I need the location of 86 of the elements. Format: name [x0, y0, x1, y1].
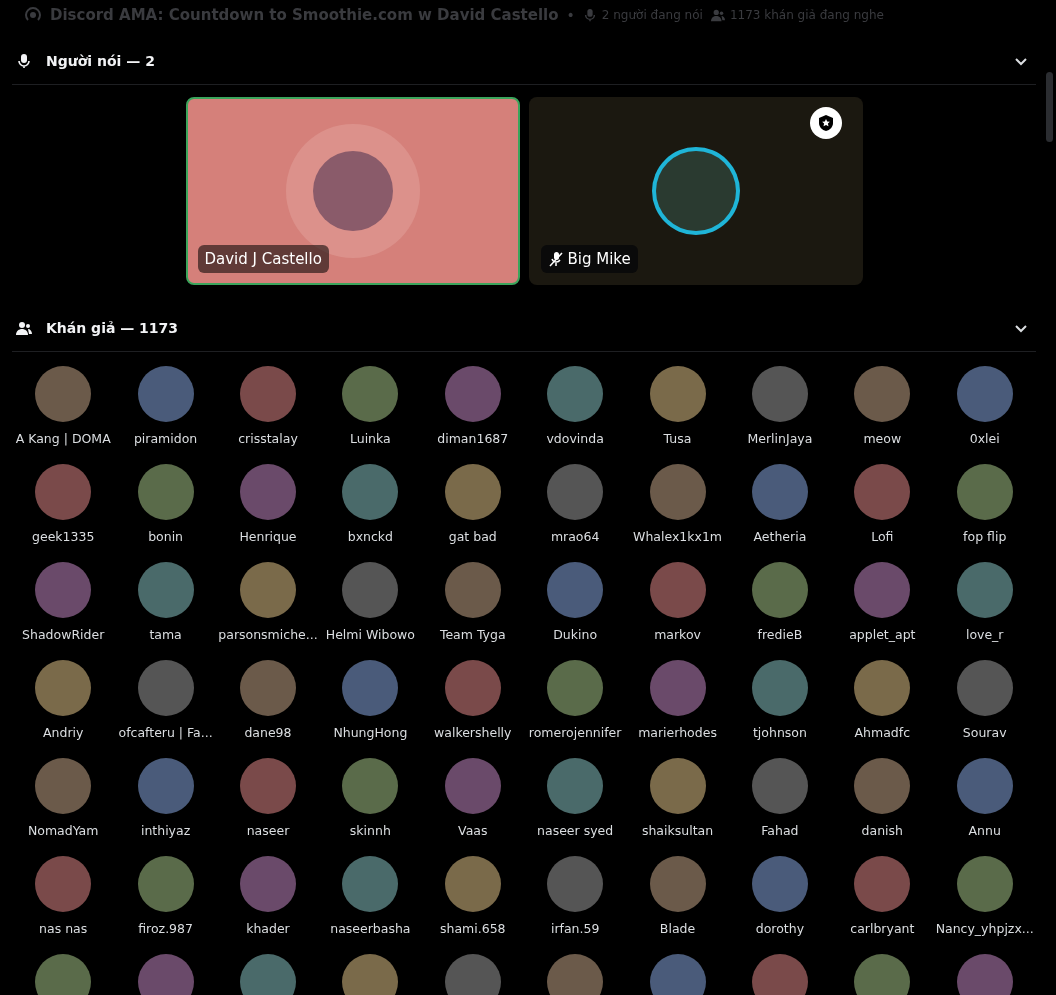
member-name[interactable]: fredieB: [757, 627, 803, 642]
member-name[interactable]: naseerbasha: [330, 921, 411, 936]
avatar[interactable]: [137, 954, 194, 995]
member-name[interactable]: Aetheria: [753, 529, 807, 544]
section-title: Khán giả — 1173: [46, 320, 180, 336]
member-name[interactable]: MerlinJaya: [747, 431, 813, 446]
member-name[interactable]: skinnh: [349, 823, 391, 838]
member-name[interactable]: inthiyaz: [140, 823, 191, 838]
stage-title: Discord AMA: Countdown to Smoothie.com w David Castello: [50, 6, 559, 24]
member-name[interactable]: khader: [246, 921, 290, 936]
member-name[interactable]: Lofi: [871, 529, 894, 544]
speaker-name: David J Castello: [197, 245, 329, 273]
separator-dot: •: [566, 7, 575, 23]
avatar[interactable]: [649, 954, 706, 995]
member-name[interactable]: naseer: [246, 823, 290, 838]
muted-mic-icon: [547, 251, 564, 267]
member-name[interactable]: tjohnson: [752, 725, 807, 740]
member-name[interactable]: Blade: [659, 921, 696, 936]
member-name[interactable]: danish: [861, 823, 904, 838]
member-name[interactable]: Whalex1kx1m: [633, 529, 723, 544]
people-icon: [710, 8, 725, 22]
avatar[interactable]: [444, 954, 501, 995]
avatar[interactable]: [547, 954, 604, 995]
member-name[interactable]: Ahmadfc: [854, 725, 911, 740]
avatar[interactable]: [342, 954, 399, 995]
member-name[interactable]: Team Tyga: [439, 627, 506, 642]
microphone-icon: [582, 8, 597, 22]
member-name[interactable]: naseer syed: [537, 823, 614, 838]
avatar[interactable]: [956, 954, 1013, 995]
member-name[interactable]: bxnckd: [347, 529, 393, 544]
member-name[interactable]: 0xlei: [969, 431, 1000, 446]
member-name[interactable]: tama: [149, 627, 182, 642]
member-name[interactable]: Andriy: [43, 725, 84, 740]
member-name[interactable]: marierhodes: [638, 725, 717, 740]
member-name[interactable]: geek1335: [32, 529, 95, 544]
member-name[interactable]: A Kang | DOMA: [15, 431, 111, 446]
member-name[interactable]: Fahad: [761, 823, 799, 838]
avatar[interactable]: [854, 954, 911, 995]
member-name[interactable]: Annu: [968, 823, 1001, 838]
member-name[interactable]: Tusa: [663, 431, 692, 446]
speaker-tile[interactable]: David J Castello: [185, 97, 520, 285]
member-name[interactable]: bonin: [148, 529, 184, 544]
member-name[interactable]: love_r: [965, 627, 1004, 642]
member-name[interactable]: nas nas: [39, 921, 88, 936]
member-name[interactable]: shaiksultan: [641, 823, 714, 838]
member-name[interactable]: Vaas: [458, 823, 488, 838]
section-title: Người nói — 2: [46, 53, 156, 69]
speaker-name: Big Mike: [540, 245, 638, 273]
member-name[interactable]: dane98: [244, 725, 292, 740]
speaker-tile[interactable]: Big Mike: [528, 97, 863, 285]
member-name[interactable]: crisstalay: [238, 431, 298, 446]
member-name[interactable]: gat bad: [448, 529, 497, 544]
member-name[interactable]: Nancy_yhpjzx...: [935, 921, 1034, 936]
member-name[interactable]: fop flip: [963, 529, 1007, 544]
listener-count: 1173 khán giả đang nghe: [729, 8, 884, 22]
member-name[interactable]: NomadYam: [27, 823, 99, 838]
member-name[interactable]: vdovinda: [546, 431, 604, 446]
member-name[interactable]: carlbryant: [850, 921, 915, 936]
avatar[interactable]: [35, 954, 92, 995]
member-name[interactable]: Sourav: [962, 725, 1007, 740]
member-name[interactable]: firoz.987: [138, 921, 193, 936]
member-name[interactable]: meow: [863, 431, 902, 446]
member-name[interactable]: applet_apt: [849, 627, 916, 642]
member-name[interactable]: Henrique: [239, 529, 297, 544]
member-name[interactable]: ofcafteru | Fa...: [118, 725, 213, 740]
member-name[interactable]: shami.658: [439, 921, 506, 936]
member-name[interactable]: ShadowRider: [22, 627, 105, 642]
member-name[interactable]: Helmi Wibowo: [325, 627, 415, 642]
member-name[interactable]: Dukino: [553, 627, 598, 642]
member-name[interactable]: NhungHong: [333, 725, 408, 740]
member-name[interactable]: parsonsmiche...: [218, 627, 318, 642]
member-name[interactable]: dorothy: [755, 921, 805, 936]
microphone-icon: [16, 53, 32, 69]
member-name[interactable]: markov: [654, 627, 701, 642]
speaker-count: 2 người đang nói: [601, 8, 703, 22]
member-name[interactable]: piramidon: [133, 431, 198, 446]
avatar[interactable]: [239, 954, 296, 995]
member-name[interactable]: walkershelly: [434, 725, 512, 740]
member-name[interactable]: Luinka: [350, 431, 391, 446]
scrollbar[interactable]: [1046, 72, 1053, 142]
people-icon: [16, 320, 32, 336]
member-name[interactable]: mrao64: [550, 529, 600, 544]
member-name[interactable]: irfan.59: [550, 921, 600, 936]
avatar[interactable]: [751, 954, 808, 995]
member-name[interactable]: romerojennifer: [528, 725, 622, 740]
member-name[interactable]: diman1687: [437, 431, 509, 446]
